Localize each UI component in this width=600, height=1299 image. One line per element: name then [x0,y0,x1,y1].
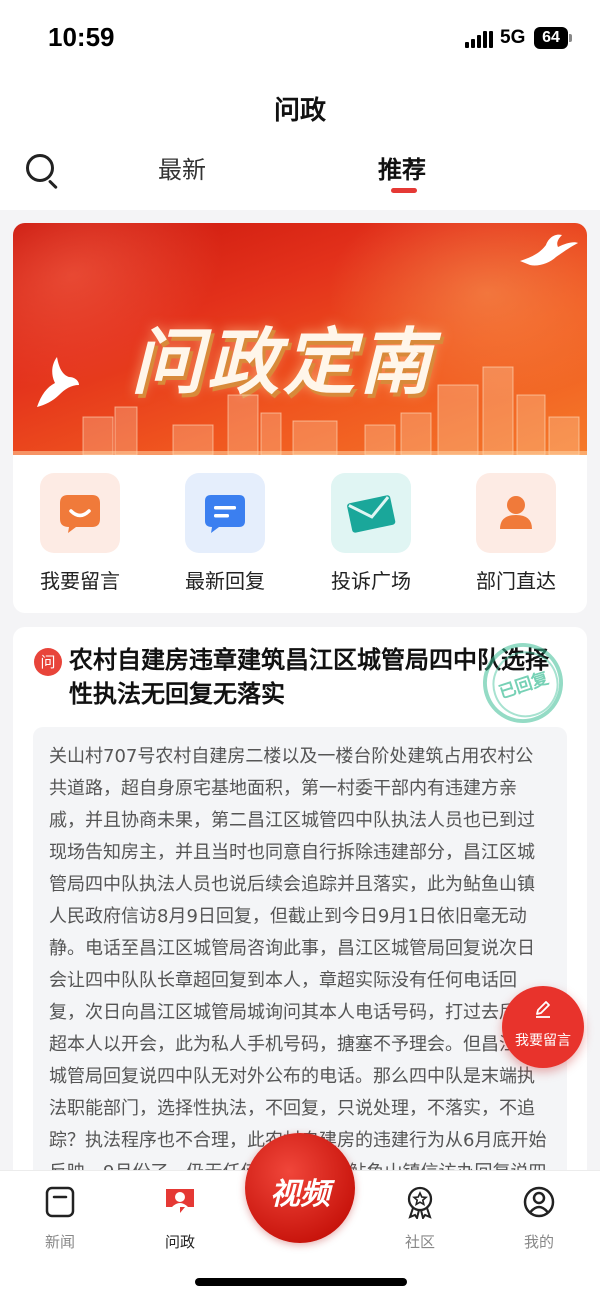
edit-icon [536,1001,550,1018]
entry-label: 我要留言 [40,569,120,593]
header: 问政 最新 推荐 [0,78,600,210]
nav-profile[interactable]: 我的 [499,1185,579,1252]
person-icon [476,473,556,553]
entry-label: 部门直达 [476,569,556,593]
post-card[interactable]: 问 农村自建房违章建筑昌江区城管局四中队选择性执法无回复无落实 已回复 关山村7… [13,627,587,1187]
tab-latest[interactable]: 最新 [158,150,206,185]
video-button[interactable]: 视频 [245,1133,355,1243]
home-indicator[interactable] [195,1278,407,1286]
entry-complaint-plaza[interactable]: 投诉广场 [321,473,421,594]
nav-wenzheng[interactable]: 问政 [140,1185,220,1252]
envelope-icon [331,473,411,553]
battery-icon: 64 [534,27,572,49]
profile-icon [522,1185,556,1219]
nav-label: 问政 [164,1233,195,1251]
news-icon [43,1185,77,1219]
leave-message-fab[interactable]: 我要留言 [502,986,584,1068]
fab-label: 我要留言 [515,1033,571,1049]
nav-label: 我的 [523,1233,554,1251]
tab-active-indicator [391,188,417,193]
quick-entries: 我要留言 最新回复 投诉广场 部门直达 [13,455,587,613]
dove-icon [520,234,578,266]
entry-label: 最新回复 [185,569,265,593]
replied-stamp-text: 已回复 [496,668,552,704]
page-title: 问政 [273,96,326,126]
nav-label: 新闻 [44,1233,75,1251]
entry-latest-reply[interactable]: 最新回复 [175,473,275,594]
tab-recommend[interactable]: 推荐 [378,150,426,185]
message-smile-icon [40,473,120,553]
skyline-illustration [13,366,587,455]
nav-community[interactable]: 社区 [380,1185,460,1252]
nav-label: 社区 [404,1233,435,1251]
community-badge-icon [403,1185,437,1221]
status-time: 10:59 [48,22,115,52]
wenzheng-icon [163,1185,197,1219]
status-bar: 10:59 5G 64 [0,0,600,78]
post-body[interactable]: 关山村707号农村自建房二楼以及一楼台阶处建筑占用农村公共道路，超自身原宅基地面… [33,727,567,1187]
ask-badge: 问 [34,648,62,676]
entry-department-direct[interactable]: 部门直达 [466,473,566,594]
signal-icon [465,30,493,48]
network-type: 5G [500,27,526,48]
banner[interactable]: 问政定南 [13,223,587,455]
entry-leave-message[interactable]: 我要留言 [30,473,130,594]
video-label: 视频 [270,1177,330,1212]
nav-news[interactable]: 新闻 [20,1185,100,1252]
entry-label: 投诉广场 [331,569,411,593]
search-icon[interactable] [22,150,62,190]
chat-bubble-icon [185,473,265,553]
